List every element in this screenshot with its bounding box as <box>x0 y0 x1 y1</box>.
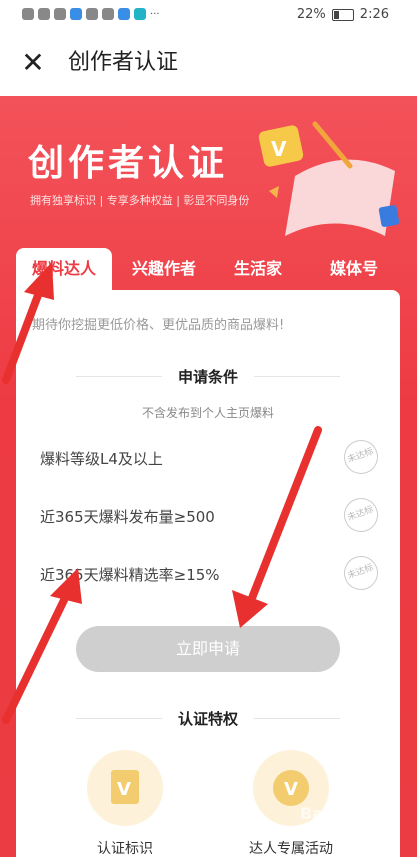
privilege-label: 达人专属活动 <box>249 841 333 857</box>
tab-shenghuojia[interactable]: 生活家 <box>216 248 300 290</box>
svg-text:V: V <box>117 779 131 800</box>
message-icon <box>102 8 114 20</box>
privilege-label: 认证标识 <box>97 841 153 857</box>
condition-item: 爆料等级L4及以上 <box>40 450 163 468</box>
conditions-title: 申请条件 <box>177 368 238 386</box>
tab-label: 兴趣作者 <box>131 259 196 278</box>
signal-icon <box>38 8 50 20</box>
tab-label: 生活家 <box>233 259 282 278</box>
status-stamp: 未达标 <box>339 551 383 595</box>
svg-text:V: V <box>284 779 298 800</box>
status-bar: ··· 22% 2:26 <box>0 0 417 32</box>
search-app-icon <box>118 8 130 20</box>
nav-bar: ✕ 创作者认证 <box>0 32 417 96</box>
tab-meitihao[interactable]: 媒体号 <box>308 248 400 290</box>
battery-percent: 22% <box>296 7 326 22</box>
divider <box>254 376 340 377</box>
app-notification-icon <box>70 8 82 20</box>
tab-label: 媒体号 <box>329 259 378 278</box>
privileges-title: 认证特权 <box>177 710 238 728</box>
condition-item: 近365天爆料发布量≥500 <box>40 508 215 526</box>
tab-label: 爆料达人 <box>31 259 96 278</box>
card-description: 期待你挖掘更低价格、更优品质的商品爆料! <box>32 318 285 333</box>
hero-subtitle: 拥有独享标识 | 专享多种权益 | 彰显不同身份 <box>30 194 250 207</box>
shield-icon <box>86 8 98 20</box>
certificate-illustration: V <box>258 121 400 236</box>
condition-item: 近365天爆料精选率≥15% <box>40 566 220 584</box>
tab-xingqu-zuozhe[interactable]: 兴趣作者 <box>116 248 212 290</box>
more-icon: ··· <box>150 8 160 20</box>
hero-banner: 创作者认证 拥有独享标识 | 专享多种权益 | 彰显不同身份 V 爆料达人 兴趣… <box>0 96 417 857</box>
page-title: 创作者认证 <box>68 50 179 75</box>
status-icons: ··· <box>22 8 160 20</box>
tab-baoliao-daren[interactable]: 爆料达人 <box>16 248 112 290</box>
svg-text:V: V <box>271 137 287 161</box>
conditions-note: 不含发布到个人主页爆料 <box>141 406 274 420</box>
watermark: Bai 经验 <box>300 804 367 823</box>
wifi-icon <box>54 8 66 20</box>
close-button[interactable]: ✕ <box>18 48 48 78</box>
badge-icon: V <box>87 750 163 826</box>
privilege-item[interactable]: V 认证标识 <box>80 750 170 858</box>
battery-icon <box>331 8 354 21</box>
hd-icon <box>22 8 34 20</box>
hero-title: 创作者认证 <box>28 143 229 184</box>
clock: 2:26 <box>359 7 389 22</box>
tab-bar: 爆料达人 兴趣作者 生活家 媒体号 <box>16 248 400 290</box>
apply-button[interactable]: 立即申请 <box>76 626 340 672</box>
certification-card: 期待你挖掘更低价格、更优品质的商品爆料! 申请条件 不含发布到个人主页爆料 爆料… <box>16 290 400 857</box>
v-badge-icon: V <box>111 770 139 804</box>
app-icon <box>134 8 146 20</box>
status-stamp: 未达标 <box>339 435 383 479</box>
status-stamp: 未达标 <box>339 493 383 537</box>
divider <box>254 718 340 719</box>
